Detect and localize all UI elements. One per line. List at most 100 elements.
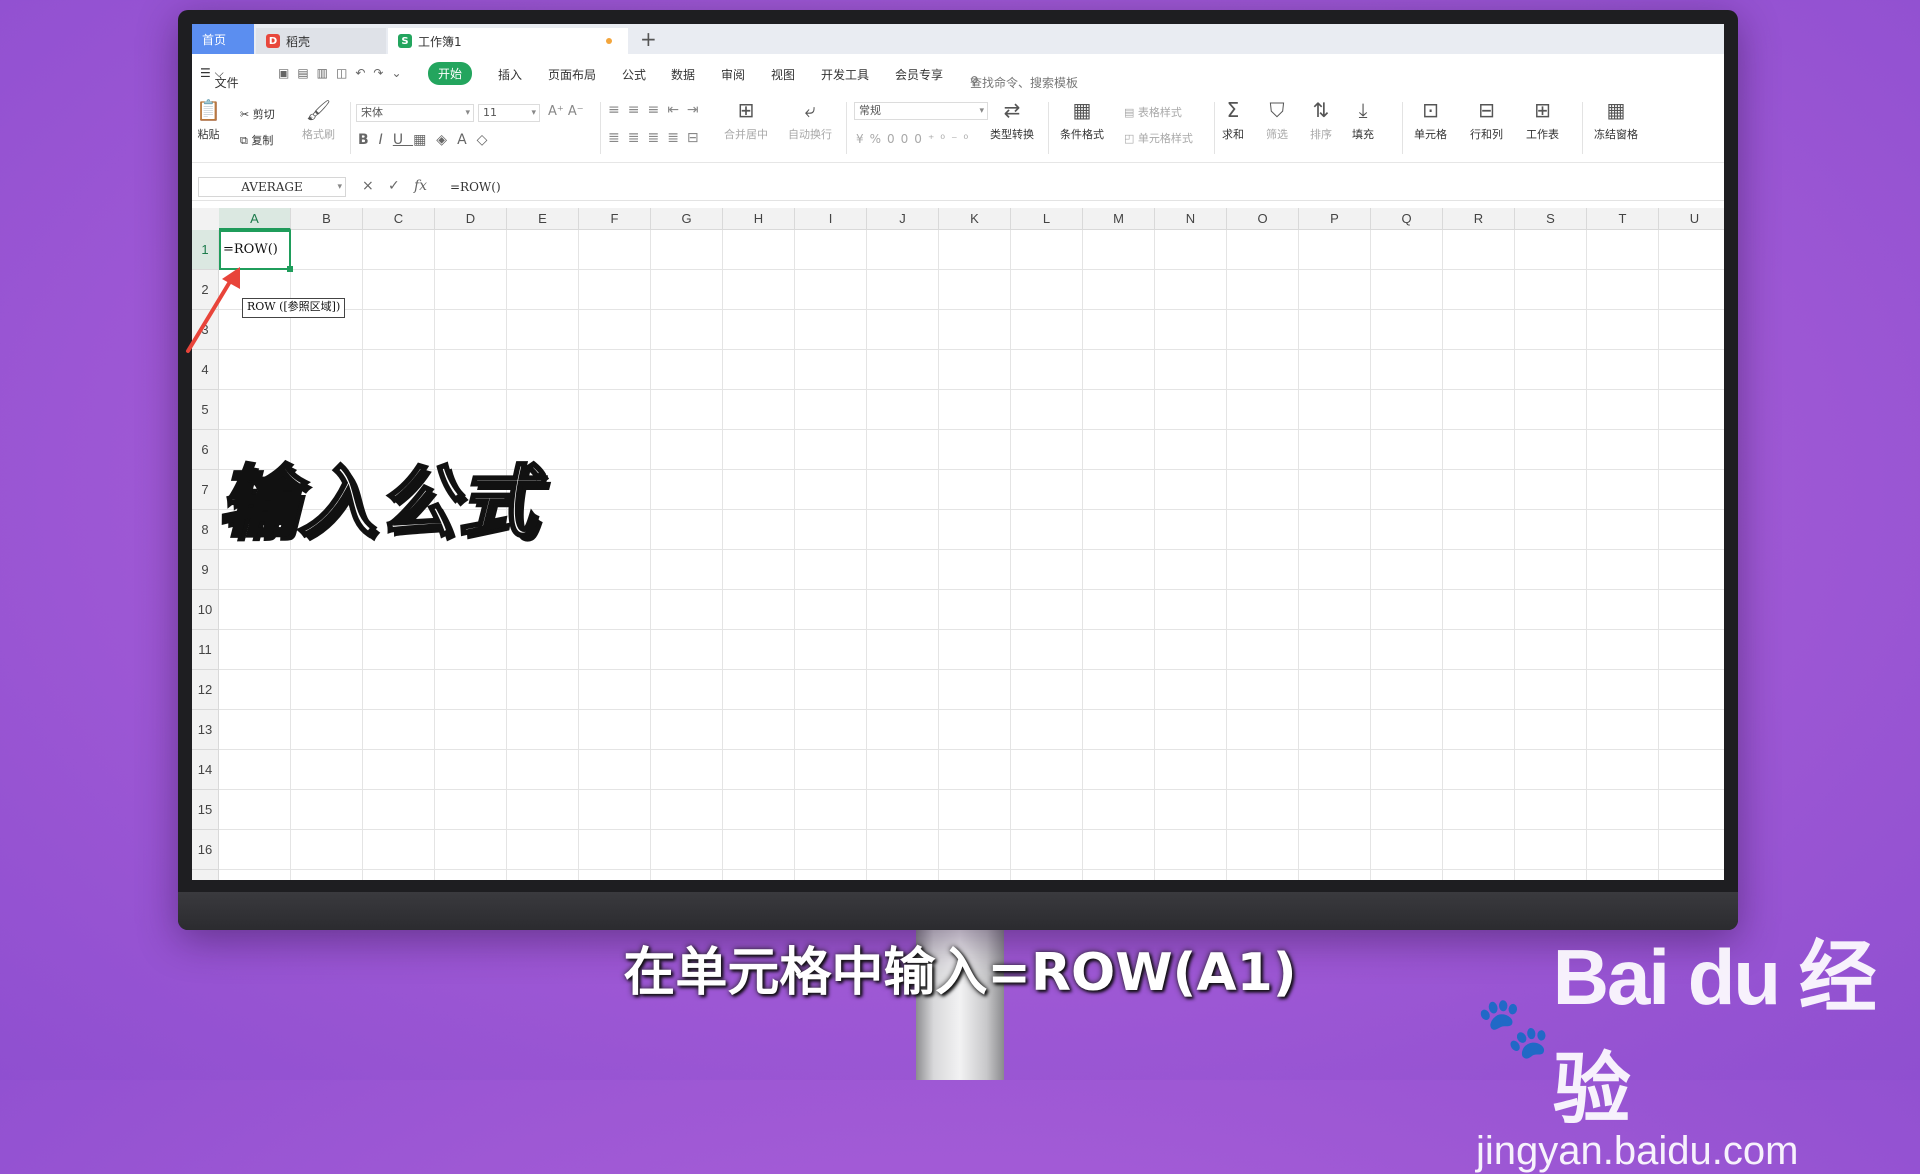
row-col-button[interactable]: ⊟ 行和列 — [1470, 98, 1503, 142]
column-header-p[interactable]: P — [1299, 208, 1371, 230]
scissors-icon: ✂ — [240, 108, 250, 121]
column-header-k[interactable]: K — [939, 208, 1011, 230]
menu-tab-formula[interactable]: 公式 — [622, 66, 646, 83]
row-header-9[interactable]: 9 — [192, 550, 219, 590]
cut-label: 剪切 — [252, 108, 275, 121]
row-header-14[interactable]: 14 — [192, 750, 219, 790]
conditional-format-button[interactable]: ▦ 条件格式 — [1060, 98, 1104, 142]
name-box[interactable]: AVERAGE — [198, 177, 346, 197]
menu-tab-review[interactable]: 审阅 — [721, 66, 745, 83]
fx-icon[interactable]: fx — [414, 178, 427, 194]
column-header-n[interactable]: N — [1155, 208, 1227, 230]
row-header-6[interactable]: 6 — [192, 430, 219, 470]
format-painter-button[interactable]: 🖌 格式刷 — [302, 98, 335, 142]
wrap-text-button[interactable]: ⤶ 自动换行 — [788, 98, 832, 142]
tab-home-label: 首页 — [202, 32, 227, 47]
menu-tab-member[interactable]: 会员专享 — [895, 66, 943, 83]
column-header-s[interactable]: S — [1515, 208, 1587, 230]
menu-tab-page-layout[interactable]: 页面布局 — [548, 66, 596, 83]
underline-icon[interactable]: U — [393, 132, 413, 148]
italic-icon[interactable]: I — [379, 132, 393, 148]
font-style-buttons[interactable]: BIU▦◈A◇ — [358, 132, 497, 148]
row-header-15[interactable]: 15 — [192, 790, 219, 830]
font-size-select[interactable]: 11 — [478, 104, 540, 122]
column-header-m[interactable]: M — [1083, 208, 1155, 230]
cell-button[interactable]: ⊡ 单元格 — [1414, 98, 1447, 142]
sort-button[interactable]: ⇅ 排序 — [1310, 98, 1332, 142]
row-header-8[interactable]: 8 — [192, 510, 219, 550]
menu-tab-insert[interactable]: 插入 — [498, 66, 522, 83]
add-tab-button[interactable]: + — [640, 27, 657, 51]
column-header-f[interactable]: F — [579, 208, 651, 230]
row-header-5[interactable]: 5 — [192, 390, 219, 430]
column-header-c[interactable]: C — [363, 208, 435, 230]
active-cell-a1[interactable]: =ROW() — [219, 230, 293, 272]
align-top-buttons[interactable]: ≡≡≡⇤⇥ — [608, 102, 707, 118]
row-header-11[interactable]: 11 — [192, 630, 219, 670]
column-header-h[interactable]: H — [723, 208, 795, 230]
row-header-4[interactable]: 4 — [192, 350, 219, 390]
cut-button[interactable]: ✂ 剪切 — [240, 106, 275, 122]
column-header-r[interactable]: R — [1443, 208, 1515, 230]
font-color-icon[interactable]: A — [457, 132, 477, 148]
worksheet-button[interactable]: ⊞ 工作表 — [1526, 98, 1559, 142]
clear-icon[interactable]: ◇ — [477, 132, 498, 148]
cell-area[interactable] — [219, 230, 1724, 880]
column-header-b[interactable]: B — [291, 208, 363, 230]
border-icon[interactable]: ▦ — [413, 132, 436, 148]
select-all-corner[interactable] — [192, 208, 220, 231]
tab-workbook[interactable]: S 工作簿1 — [388, 28, 628, 54]
row-header-13[interactable]: 13 — [192, 710, 219, 750]
row-header-10[interactable]: 10 — [192, 590, 219, 630]
file-menu[interactable]: ☰ 文件 ⌵ — [200, 66, 239, 90]
column-header-t[interactable]: T — [1587, 208, 1659, 230]
column-header-g[interactable]: G — [651, 208, 723, 230]
copy-button[interactable]: ⧉ 复制 — [240, 132, 273, 148]
formula-input[interactable]: =ROW() — [444, 177, 1718, 197]
align-horizontal-buttons[interactable]: ≣≣≣≣⊟ — [608, 130, 707, 146]
row-header-12[interactable]: 12 — [192, 670, 219, 710]
row-col-icon: ⊟ — [1478, 98, 1495, 122]
number-format-buttons[interactable]: ¥%000⁺⁰⁻⁰ — [856, 132, 974, 146]
column-header-e[interactable]: E — [507, 208, 579, 230]
row-header-17[interactable]: 17 — [192, 870, 219, 880]
column-header-o[interactable]: O — [1227, 208, 1299, 230]
sum-button[interactable]: Σ 求和 — [1222, 98, 1244, 142]
menu-tab-developer[interactable]: 开发工具 — [821, 66, 869, 83]
bold-icon[interactable]: B — [358, 132, 379, 148]
wrap-icon: ⤶ — [804, 98, 816, 122]
menu-tab-view[interactable]: 视图 — [771, 66, 795, 83]
column-header-l[interactable]: L — [1011, 208, 1083, 230]
column-header-j[interactable]: J — [867, 208, 939, 230]
cancel-icon[interactable]: × — [362, 178, 374, 194]
fill-button[interactable]: ⤓ 填充 — [1352, 98, 1374, 142]
tab-home[interactable]: 首页 — [192, 24, 254, 54]
confirm-icon[interactable]: ✓ — [388, 178, 400, 194]
cell-style-button[interactable]: ◰ 单元格样式 — [1124, 130, 1193, 146]
tab-daoke[interactable]: D 稻壳 — [256, 28, 386, 54]
column-header-i[interactable]: I — [795, 208, 867, 230]
column-header-u[interactable]: U — [1659, 208, 1724, 230]
column-header-d[interactable]: D — [435, 208, 507, 230]
row-header-1[interactable]: 1 — [192, 230, 219, 270]
merge-center-button[interactable]: ⊞ 合并居中 — [724, 98, 768, 142]
freeze-panes-button[interactable]: ▦ 冻结窗格 — [1594, 98, 1638, 142]
quick-access-icons[interactable]: ▣▤▥◫↶↷⌄ — [278, 66, 410, 80]
font-name-select[interactable]: 宋体 — [356, 104, 474, 122]
filter-button[interactable]: ⛉ 筛选 — [1266, 98, 1288, 142]
row-header-7[interactable]: 7 — [192, 470, 219, 510]
row-header-16[interactable]: 16 — [192, 830, 219, 870]
number-format-select[interactable]: 常规 — [854, 102, 988, 120]
paste-button[interactable]: 📋 粘贴 — [196, 98, 221, 142]
font-grow-shrink-icons[interactable]: A⁺ A⁻ — [548, 104, 584, 119]
type-convert-label: 类型转换 — [990, 128, 1034, 141]
column-header-a[interactable]: A — [219, 208, 291, 230]
menu-tab-start[interactable]: 开始 — [428, 62, 473, 85]
menu-tab-data[interactable]: 数据 — [671, 66, 695, 83]
column-header-q[interactable]: Q — [1371, 208, 1443, 230]
fill-color-icon[interactable]: ◈ — [436, 132, 457, 148]
table-style-button[interactable]: ▤ 表格样式 — [1124, 104, 1182, 120]
formula-bar: AVERAGE × ✓ fx =ROW() — [192, 174, 1724, 201]
type-convert-button[interactable]: ⇄ 类型转换 — [990, 98, 1034, 142]
brush-icon: 🖌 — [305, 98, 332, 122]
